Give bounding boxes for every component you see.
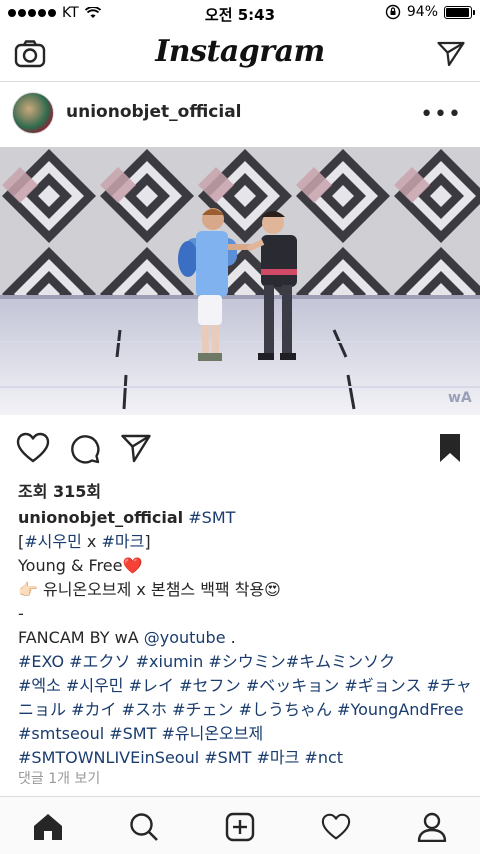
caption-line: - (18, 602, 464, 626)
status-bar: KT 오전 5:43 94% (0, 0, 480, 28)
profile-icon (417, 812, 447, 842)
hashtag-link[interactable]: #마크 (101, 532, 144, 551)
add-icon (225, 812, 255, 842)
avatar[interactable] (12, 92, 54, 134)
caption-text: 👉🏻 유니온오브제 x 본챔스 백팩 착용😍 (18, 580, 281, 599)
post-image-graphic: wA (0, 147, 480, 415)
hashtag-link[interactable]: #SMTOWNLIVEinSeoul #SMT #마크 #nct (18, 748, 343, 767)
post-image[interactable]: wA (0, 147, 480, 415)
top-nav-bar: Instagram (0, 28, 480, 82)
caption-text: Young & Free❤️ (18, 556, 143, 575)
search-icon (130, 813, 158, 841)
watermark: wA (448, 390, 472, 406)
more-icon[interactable]: ••• (420, 102, 462, 127)
tab-search[interactable] (128, 811, 160, 843)
hashtag-link[interactable]: #엑소 #시우민 #レイ #セフン #ベッキョン #ギョンス #チャ (18, 676, 472, 695)
hashtag-link[interactable]: @youtube (144, 628, 226, 647)
post-username[interactable]: unionobjet_official (66, 102, 242, 122)
tab-home[interactable] (32, 811, 64, 843)
caption-line: Young & Free❤️ (18, 554, 464, 578)
caption-line: [#시우민 x #마크] (18, 530, 464, 554)
battery-percent: 94% (406, 4, 438, 20)
caption-text: - (18, 604, 24, 623)
bookmark-icon[interactable] (438, 432, 462, 464)
carrier-label: KT (62, 5, 79, 21)
caption-text: FANCAM BY wA (18, 628, 144, 647)
wifi-icon (84, 7, 101, 18)
caption-line: #SMTOWNLIVEinSeoul #SMT #마크 #nct (18, 746, 464, 770)
caption-line: unionobjet_official #SMT (18, 506, 464, 530)
status-left: KT (8, 5, 101, 21)
activity-heart-icon (321, 813, 351, 840)
share-icon[interactable] (120, 432, 152, 464)
hashtag-link[interactable]: #시우민 (24, 532, 82, 551)
tab-add[interactable] (224, 811, 256, 843)
hashtag-link[interactable]: ニョル #カイ #スホ #チェン #しうちゃん #YoungAndFree (18, 700, 464, 719)
tab-profile[interactable] (416, 811, 448, 843)
rotation-lock-icon (385, 4, 401, 20)
caption-username[interactable]: unionobjet_official (18, 508, 183, 527)
caption-line: 👉🏻 유니온오브제 x 본챔스 백팩 착용😍 (18, 578, 464, 602)
post-caption: unionobjet_official #SMT [#시우민 x #마크] Youn… (18, 506, 472, 770)
caption-line: FANCAM BY wA @youtube . (18, 626, 464, 650)
tab-activity[interactable] (320, 811, 352, 843)
heart-icon[interactable] (16, 432, 50, 464)
battery-fill (446, 7, 469, 17)
view-comments-link[interactable]: 댓글 1개 보기 (18, 768, 100, 788)
post-header: unionobjet_official ••• (0, 84, 480, 144)
caption-line: #smtseoul #SMT #유니온오브제 (18, 722, 464, 746)
battery-icon (444, 5, 475, 19)
hashtag-link[interactable]: #smtseoul #SMT #유니온오브제 (18, 724, 263, 743)
app-logo: Instagram (155, 34, 325, 69)
caption-text: ] (144, 532, 151, 551)
post-actions (0, 428, 480, 468)
comment-icon[interactable] (68, 432, 100, 464)
caption-text: x (81, 532, 102, 551)
send-icon[interactable] (436, 39, 466, 69)
caption-line: #엑소 #시우민 #レイ #セフン #ベッキョン #ギョンス #チャ (18, 674, 472, 698)
caption-text: . (225, 628, 236, 647)
home-icon (34, 814, 62, 840)
status-right: 94% (385, 4, 475, 20)
view-count: 조회 315회 (18, 482, 102, 501)
signal-icon (8, 9, 56, 17)
hashtag-link[interactable]: #SMT (188, 508, 235, 527)
hashtag-link[interactable]: #EXO #エクソ #xiumin #シウミン#キムミンソク (18, 652, 395, 671)
caption-line: #EXO #エクソ #xiumin #シウミン#キムミンソク (18, 650, 464, 674)
bottom-tab-bar (0, 796, 480, 854)
caption-line: ニョル #カイ #スホ #チェン #しうちゃん #YoungAndFree (18, 698, 464, 722)
